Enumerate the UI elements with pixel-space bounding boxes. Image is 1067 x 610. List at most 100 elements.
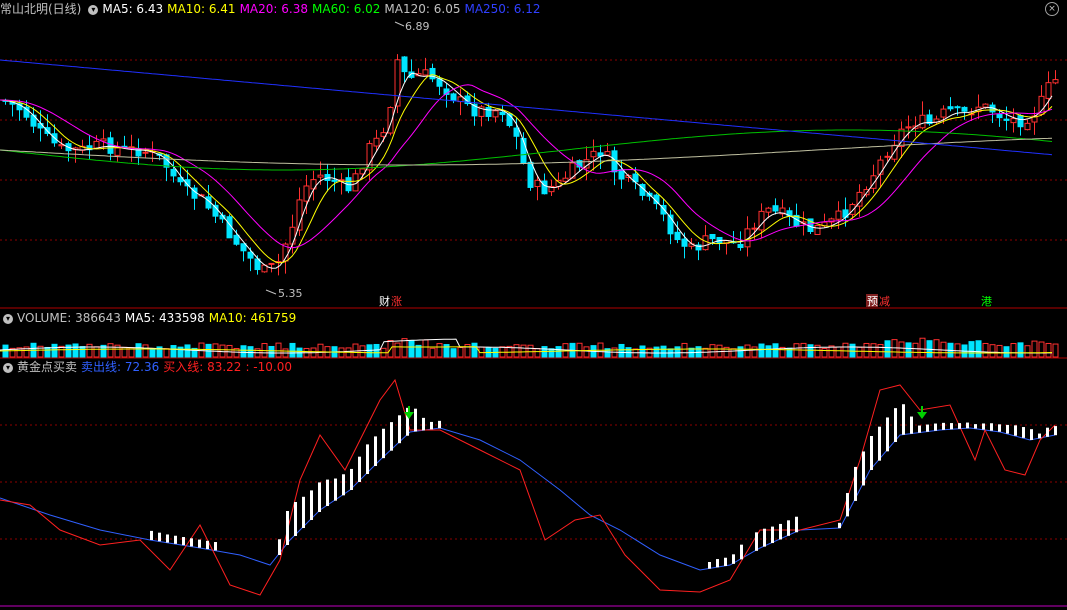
candle-body (142, 151, 149, 154)
candle-body (1045, 82, 1052, 99)
candle-body (317, 174, 324, 178)
volume-bar (975, 340, 982, 358)
candle-body (814, 224, 821, 235)
signal-bar (724, 557, 727, 566)
volume-bar (758, 343, 765, 358)
low-price-pointer (265, 289, 277, 295)
volume-bar (457, 347, 464, 358)
signal-bar (982, 423, 985, 430)
volume-bar (996, 344, 1003, 358)
volume-bar (751, 346, 758, 358)
volume-bar (170, 345, 177, 358)
candle-body (884, 155, 891, 158)
volume-bar (1024, 345, 1031, 358)
signal-bar (998, 424, 1001, 432)
event-marker: 财 (379, 294, 390, 308)
signal-bar (158, 532, 161, 542)
volume-bar (184, 344, 191, 358)
signal-bar (342, 474, 345, 496)
signal-bar (886, 417, 889, 452)
candle-body (114, 147, 121, 156)
volume-bar (1031, 340, 1038, 358)
volume-bar (1052, 343, 1059, 358)
candle-body (674, 231, 681, 241)
signal-bar (1022, 427, 1025, 438)
volume-bar (226, 344, 233, 358)
volume-bar (821, 348, 828, 358)
candle-body (709, 233, 716, 240)
volume-bar (107, 343, 114, 358)
candle-body (618, 169, 625, 180)
buy-signal-arrow-icon (917, 412, 927, 419)
candle-body (1024, 122, 1031, 131)
low-price-label: 5.35 (278, 287, 303, 300)
candle-body (1017, 115, 1024, 128)
candle-body (527, 161, 534, 188)
volume-bar (548, 348, 555, 358)
volume-bar (275, 342, 282, 358)
candle-body (513, 127, 520, 137)
volume-bar (1038, 341, 1045, 358)
candle-body (93, 140, 100, 149)
signal-bar (1038, 433, 1041, 439)
volume-bar (681, 342, 688, 358)
signal-bar (318, 482, 321, 512)
signal-bar (902, 404, 905, 435)
volume-bar (429, 347, 436, 358)
volume-bar (135, 343, 142, 358)
signal-bar (958, 423, 961, 429)
signal-bar (422, 417, 425, 431)
volume-bar (898, 341, 905, 358)
volume-bar (765, 345, 772, 358)
signal-bar (182, 537, 185, 546)
candle-body (737, 243, 744, 249)
candle-body (954, 106, 961, 109)
candle-body (758, 210, 765, 231)
signal-bar (942, 422, 945, 430)
volume-bar (72, 343, 79, 358)
chart-canvas[interactable]: 6.89 5.35 财涨 预减 港 (0, 0, 1067, 610)
signal-bar (779, 523, 782, 540)
signal-bar (310, 490, 313, 520)
signal-bar (870, 436, 873, 470)
volume-bar (968, 341, 975, 358)
candle-body (1010, 118, 1017, 124)
candle-body (492, 110, 499, 118)
volume-bar (835, 346, 842, 358)
volume-bar (436, 343, 443, 358)
volume-bar (884, 340, 891, 358)
signal-bar (763, 528, 766, 547)
candle-body (240, 243, 247, 252)
volume-bar (807, 344, 814, 358)
ma10-line (0, 74, 1053, 264)
signal-bar (918, 425, 921, 433)
volume-bar (709, 344, 716, 358)
volume-bar (660, 345, 667, 358)
signal-bar (926, 424, 929, 432)
signal-bar (286, 511, 289, 545)
candle-body (534, 179, 541, 188)
signal-bar (1006, 424, 1009, 434)
candle-body (401, 56, 408, 73)
candle-body (1052, 79, 1059, 84)
signal-bar (166, 534, 169, 543)
candle-body (268, 262, 275, 265)
volume-bar (674, 346, 681, 358)
candle-body (450, 93, 457, 101)
volume-bar (905, 342, 912, 358)
candle-body (247, 251, 254, 259)
signal-bar (398, 415, 401, 444)
candle-body (835, 210, 842, 220)
volume-bar (534, 348, 541, 358)
signal-bar (190, 538, 193, 547)
candle-body (765, 207, 772, 213)
candle-body (604, 151, 611, 156)
volume-bar (870, 343, 877, 358)
signal-bar (414, 408, 417, 432)
signal-bar (198, 539, 201, 548)
signal-bar (990, 423, 993, 431)
volume-bar (730, 348, 737, 358)
candle-body (751, 227, 758, 230)
volume-bar (618, 343, 625, 358)
signal-bar (430, 421, 433, 430)
